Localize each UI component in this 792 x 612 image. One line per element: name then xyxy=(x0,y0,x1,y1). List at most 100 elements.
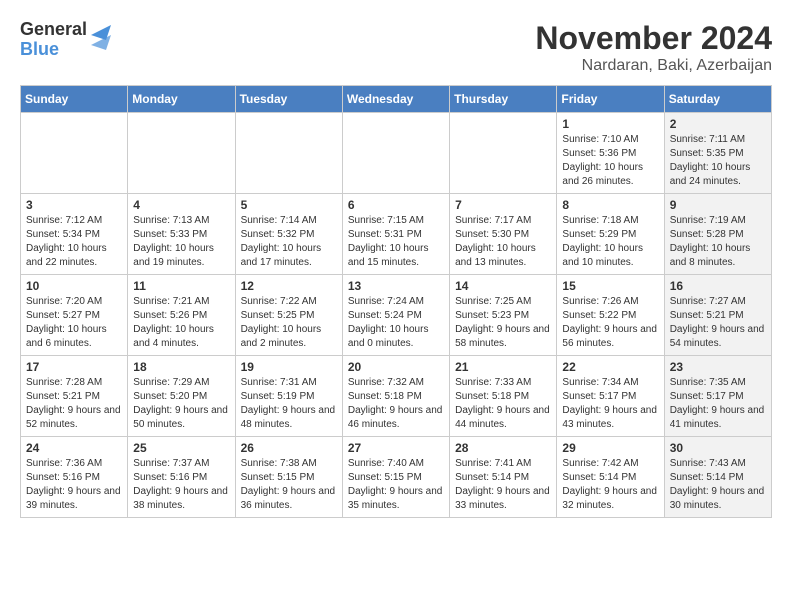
day-number: 25 xyxy=(133,441,229,455)
calendar-cell xyxy=(21,113,128,194)
calendar-cell: 8 Sunrise: 7:18 AM Sunset: 5:29 PM Dayli… xyxy=(557,194,664,275)
day-number: 29 xyxy=(562,441,658,455)
day-info: Sunrise: 7:20 AM Sunset: 5:27 PM Dayligh… xyxy=(26,295,122,351)
calendar-cell: 5 Sunrise: 7:14 AM Sunset: 5:32 PM Dayli… xyxy=(235,194,342,275)
sunset-text: Sunset: 5:17 PM xyxy=(670,391,744,402)
calendar-cell: 12 Sunrise: 7:22 AM Sunset: 5:25 PM Dayl… xyxy=(235,275,342,356)
page-header: General Blue November 2024 Nardaran, Bak… xyxy=(20,20,772,75)
calendar-cell: 25 Sunrise: 7:37 AM Sunset: 5:16 PM Dayl… xyxy=(128,437,235,518)
daylight-text: Daylight: 10 hours and 0 minutes. xyxy=(348,324,429,349)
day-info: Sunrise: 7:31 AM Sunset: 5:19 PM Dayligh… xyxy=(241,376,337,432)
calendar-cell: 27 Sunrise: 7:40 AM Sunset: 5:15 PM Dayl… xyxy=(342,437,449,518)
daylight-text: Daylight: 9 hours and 35 minutes. xyxy=(348,486,443,511)
sunrise-text: Sunrise: 7:34 AM xyxy=(562,377,638,388)
sunset-text: Sunset: 5:31 PM xyxy=(348,229,422,240)
daylight-text: Daylight: 9 hours and 39 minutes. xyxy=(26,486,121,511)
sunrise-text: Sunrise: 7:18 AM xyxy=(562,215,638,226)
week-row-3: 10 Sunrise: 7:20 AM Sunset: 5:27 PM Dayl… xyxy=(21,275,772,356)
calendar-cell: 4 Sunrise: 7:13 AM Sunset: 5:33 PM Dayli… xyxy=(128,194,235,275)
day-info: Sunrise: 7:37 AM Sunset: 5:16 PM Dayligh… xyxy=(133,457,229,513)
day-number: 16 xyxy=(670,279,766,293)
day-number: 6 xyxy=(348,198,444,212)
logo-blue: Blue xyxy=(20,39,59,59)
daylight-text: Daylight: 9 hours and 43 minutes. xyxy=(562,405,657,430)
day-info: Sunrise: 7:14 AM Sunset: 5:32 PM Dayligh… xyxy=(241,214,337,270)
day-number: 19 xyxy=(241,360,337,374)
sunset-text: Sunset: 5:30 PM xyxy=(455,229,529,240)
sunset-text: Sunset: 5:21 PM xyxy=(26,391,100,402)
daylight-text: Daylight: 10 hours and 24 minutes. xyxy=(670,162,751,187)
sunrise-text: Sunrise: 7:29 AM xyxy=(133,377,209,388)
calendar-cell: 2 Sunrise: 7:11 AM Sunset: 5:35 PM Dayli… xyxy=(664,113,771,194)
daylight-text: Daylight: 9 hours and 32 minutes. xyxy=(562,486,657,511)
day-number: 12 xyxy=(241,279,337,293)
daylight-text: Daylight: 10 hours and 19 minutes. xyxy=(133,243,214,268)
sunrise-text: Sunrise: 7:37 AM xyxy=(133,458,209,469)
daylight-text: Daylight: 10 hours and 8 minutes. xyxy=(670,243,751,268)
sunset-text: Sunset: 5:18 PM xyxy=(348,391,422,402)
sunset-text: Sunset: 5:20 PM xyxy=(133,391,207,402)
day-number: 28 xyxy=(455,441,551,455)
daylight-text: Daylight: 10 hours and 26 minutes. xyxy=(562,162,643,187)
sunrise-text: Sunrise: 7:24 AM xyxy=(348,296,424,307)
calendar-cell: 6 Sunrise: 7:15 AM Sunset: 5:31 PM Dayli… xyxy=(342,194,449,275)
calendar-cell xyxy=(450,113,557,194)
day-info: Sunrise: 7:13 AM Sunset: 5:33 PM Dayligh… xyxy=(133,214,229,270)
calendar-cell xyxy=(342,113,449,194)
sunrise-text: Sunrise: 7:17 AM xyxy=(455,215,531,226)
day-number: 10 xyxy=(26,279,122,293)
day-info: Sunrise: 7:12 AM Sunset: 5:34 PM Dayligh… xyxy=(26,214,122,270)
day-info: Sunrise: 7:29 AM Sunset: 5:20 PM Dayligh… xyxy=(133,376,229,432)
header-friday: Friday xyxy=(557,86,664,113)
calendar-table: Sunday Monday Tuesday Wednesday Thursday… xyxy=(20,85,772,518)
day-number: 7 xyxy=(455,198,551,212)
sunrise-text: Sunrise: 7:33 AM xyxy=(455,377,531,388)
day-info: Sunrise: 7:10 AM Sunset: 5:36 PM Dayligh… xyxy=(562,133,658,189)
day-number: 20 xyxy=(348,360,444,374)
header-wednesday: Wednesday xyxy=(342,86,449,113)
sunrise-text: Sunrise: 7:31 AM xyxy=(241,377,317,388)
daylight-text: Daylight: 10 hours and 22 minutes. xyxy=(26,243,107,268)
day-number: 24 xyxy=(26,441,122,455)
day-number: 13 xyxy=(348,279,444,293)
daylight-text: Daylight: 9 hours and 52 minutes. xyxy=(26,405,121,430)
sunrise-text: Sunrise: 7:35 AM xyxy=(670,377,746,388)
sunset-text: Sunset: 5:14 PM xyxy=(562,472,636,483)
sunrise-text: Sunrise: 7:36 AM xyxy=(26,458,102,469)
daylight-text: Daylight: 10 hours and 2 minutes. xyxy=(241,324,322,349)
sunrise-text: Sunrise: 7:25 AM xyxy=(455,296,531,307)
day-info: Sunrise: 7:35 AM Sunset: 5:17 PM Dayligh… xyxy=(670,376,766,432)
day-number: 1 xyxy=(562,117,658,131)
calendar-cell: 16 Sunrise: 7:27 AM Sunset: 5:21 PM Dayl… xyxy=(664,275,771,356)
header-monday: Monday xyxy=(128,86,235,113)
calendar-cell: 19 Sunrise: 7:31 AM Sunset: 5:19 PM Dayl… xyxy=(235,356,342,437)
sunset-text: Sunset: 5:15 PM xyxy=(241,472,315,483)
sunset-text: Sunset: 5:16 PM xyxy=(133,472,207,483)
day-number: 5 xyxy=(241,198,337,212)
day-info: Sunrise: 7:26 AM Sunset: 5:22 PM Dayligh… xyxy=(562,295,658,351)
daylight-text: Daylight: 10 hours and 6 minutes. xyxy=(26,324,107,349)
sunrise-text: Sunrise: 7:15 AM xyxy=(348,215,424,226)
daylight-text: Daylight: 9 hours and 54 minutes. xyxy=(670,324,765,349)
day-number: 11 xyxy=(133,279,229,293)
calendar-cell: 30 Sunrise: 7:43 AM Sunset: 5:14 PM Dayl… xyxy=(664,437,771,518)
daylight-text: Daylight: 9 hours and 38 minutes. xyxy=(133,486,228,511)
calendar-cell: 24 Sunrise: 7:36 AM Sunset: 5:16 PM Dayl… xyxy=(21,437,128,518)
daylight-text: Daylight: 9 hours and 58 minutes. xyxy=(455,324,550,349)
day-info: Sunrise: 7:18 AM Sunset: 5:29 PM Dayligh… xyxy=(562,214,658,270)
daylight-text: Daylight: 9 hours and 46 minutes. xyxy=(348,405,443,430)
day-number: 3 xyxy=(26,198,122,212)
calendar-cell: 23 Sunrise: 7:35 AM Sunset: 5:17 PM Dayl… xyxy=(664,356,771,437)
day-number: 18 xyxy=(133,360,229,374)
daylight-text: Daylight: 10 hours and 17 minutes. xyxy=(241,243,322,268)
sunrise-text: Sunrise: 7:43 AM xyxy=(670,458,746,469)
sunset-text: Sunset: 5:35 PM xyxy=(670,148,744,159)
day-number: 22 xyxy=(562,360,658,374)
day-info: Sunrise: 7:24 AM Sunset: 5:24 PM Dayligh… xyxy=(348,295,444,351)
sunset-text: Sunset: 5:27 PM xyxy=(26,310,100,321)
day-info: Sunrise: 7:25 AM Sunset: 5:23 PM Dayligh… xyxy=(455,295,551,351)
daylight-text: Daylight: 9 hours and 36 minutes. xyxy=(241,486,336,511)
sunset-text: Sunset: 5:36 PM xyxy=(562,148,636,159)
week-row-4: 17 Sunrise: 7:28 AM Sunset: 5:21 PM Dayl… xyxy=(21,356,772,437)
sunrise-text: Sunrise: 7:20 AM xyxy=(26,296,102,307)
